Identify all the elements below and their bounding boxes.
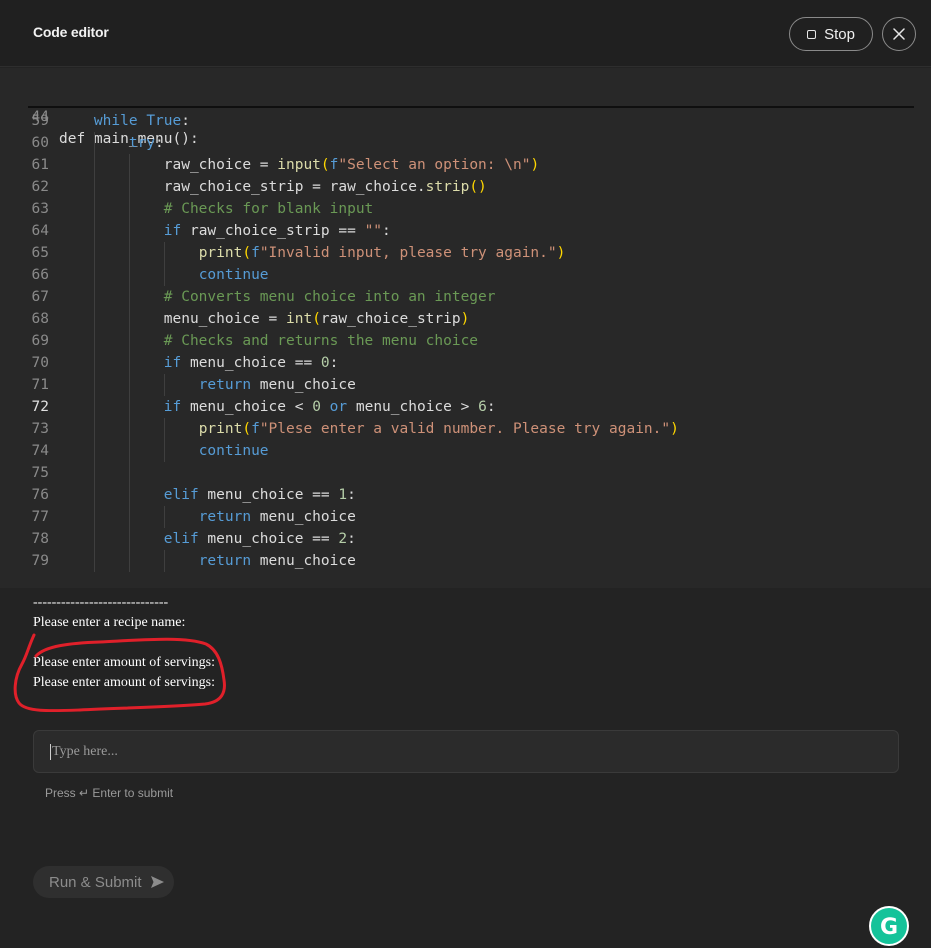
send-icon bbox=[150, 876, 164, 888]
code-text: print(f"Invalid input, please try again.… bbox=[198, 245, 566, 261]
line-number: 71 bbox=[31, 377, 49, 393]
code-line[interactable]: 61 raw_choice = input(f"Select an option… bbox=[0, 154, 931, 176]
code-line[interactable]: 78 elif menu_choice == 2: bbox=[0, 528, 931, 550]
line-number: 67 bbox=[31, 289, 49, 305]
line-number: 73 bbox=[31, 421, 49, 437]
code-text: raw_choice_strip = raw_choice.strip() bbox=[59, 179, 487, 195]
code-line[interactable]: 71 return menu_choice bbox=[0, 374, 931, 396]
code-text: # Checks and returns the menu choice bbox=[163, 333, 479, 349]
indent-guide bbox=[163, 506, 165, 528]
input-placeholder: Type here... bbox=[52, 743, 118, 759]
code-text: if menu_choice == 0: bbox=[163, 355, 339, 371]
console-line: ----------------------------- bbox=[33, 595, 169, 610]
line-number: 77 bbox=[31, 509, 49, 525]
code-text: return menu_choice bbox=[198, 553, 356, 569]
line-number: 76 bbox=[31, 487, 49, 503]
line-number: 70 bbox=[31, 355, 49, 371]
line-number: 60 bbox=[31, 135, 49, 151]
grammarly-icon[interactable]: G bbox=[869, 906, 909, 946]
line-number: 72 bbox=[31, 399, 49, 415]
code-text: return menu_choice bbox=[198, 509, 356, 525]
editor-header: Code editor Stop bbox=[0, 0, 931, 67]
code-line[interactable]: 63 # Checks for blank input bbox=[0, 198, 931, 220]
code-text: raw_choice = input(f"Select an option: \… bbox=[59, 157, 540, 173]
line-number: 74 bbox=[31, 443, 49, 459]
code-line[interactable]: 76 elif menu_choice == 1: bbox=[0, 484, 931, 506]
code-text: elif menu_choice == 1: bbox=[163, 487, 356, 503]
code-line[interactable]: 60 try: bbox=[0, 132, 931, 154]
indent-guide bbox=[128, 154, 130, 572]
console-input[interactable]: Type here... bbox=[33, 730, 899, 773]
code-text: if raw_choice_strip == "": bbox=[163, 223, 391, 239]
line-number: 62 bbox=[31, 179, 49, 195]
indent-guide bbox=[163, 418, 165, 462]
indent-guide bbox=[163, 550, 165, 572]
code-text: # Checks for blank input bbox=[163, 201, 374, 217]
code-line[interactable]: 75 bbox=[0, 462, 931, 484]
console-line: Please enter a recipe name: bbox=[33, 615, 186, 630]
close-icon bbox=[893, 28, 905, 40]
close-button[interactable] bbox=[882, 17, 916, 51]
code-text: # Converts menu choice into an integer bbox=[163, 289, 496, 305]
stop-label: Stop bbox=[824, 25, 855, 43]
code-line[interactable]: 79 return menu_choice bbox=[0, 550, 931, 572]
line-number: 63 bbox=[31, 201, 49, 217]
submit-hint: Press ↵ Enter to submit bbox=[45, 786, 174, 800]
code-line[interactable]: 64 if raw_choice_strip == "": bbox=[0, 220, 931, 242]
line-number: 65 bbox=[31, 245, 49, 261]
line-number: 66 bbox=[31, 267, 49, 283]
console-line: Please enter amount of servings: bbox=[33, 655, 215, 670]
indent-guide bbox=[93, 132, 95, 572]
page-title: Code editor bbox=[33, 24, 109, 40]
code-text: return menu_choice bbox=[198, 377, 356, 393]
stop-button[interactable]: Stop bbox=[789, 17, 873, 51]
code-line[interactable]: 59 while True: bbox=[0, 110, 931, 132]
code-line[interactable]: 62 raw_choice_strip = raw_choice.strip() bbox=[0, 176, 931, 198]
line-number: 78 bbox=[31, 531, 49, 547]
code-line[interactable]: 70 if menu_choice == 0: bbox=[0, 352, 931, 374]
code-text: try: bbox=[128, 135, 164, 151]
indent-guide bbox=[163, 242, 165, 286]
code-line[interactable]: 66 continue bbox=[0, 264, 931, 286]
code-line[interactable]: 67 # Converts menu choice into an intege… bbox=[0, 286, 931, 308]
code-text: menu_choice = int(raw_choice_strip) bbox=[59, 311, 470, 327]
code-line[interactable]: 69 # Checks and returns the menu choice bbox=[0, 330, 931, 352]
line-number: 68 bbox=[31, 311, 49, 327]
code-line[interactable]: 65 print(f"Invalid input, please try aga… bbox=[0, 242, 931, 264]
code-line[interactable]: 73 print(f"Plese enter a valid number. P… bbox=[0, 418, 931, 440]
code-text: if menu_choice < 0 or menu_choice > 6: bbox=[163, 399, 496, 415]
line-number: 75 bbox=[31, 465, 49, 481]
sticky-scroll-header[interactable]: 44 def main_menu(): bbox=[0, 84, 931, 147]
line-number: 61 bbox=[31, 157, 49, 173]
grammarly-letter: G bbox=[879, 915, 899, 940]
line-number: 79 bbox=[31, 553, 49, 569]
code-line[interactable]: 72 if menu_choice < 0 or menu_choice > 6… bbox=[0, 396, 931, 418]
sticky-scroll-divider bbox=[28, 106, 914, 108]
indent-guide bbox=[163, 374, 165, 396]
code-line[interactable]: 77 return menu_choice bbox=[0, 506, 931, 528]
stop-square-icon bbox=[807, 29, 817, 39]
code-line[interactable]: 68 menu_choice = int(raw_choice_strip) bbox=[0, 308, 931, 330]
code-text: while True: bbox=[93, 113, 190, 129]
code-text: elif menu_choice == 2: bbox=[163, 531, 356, 547]
console-line: Please enter amount of servings: bbox=[33, 675, 215, 690]
line-number: 64 bbox=[31, 223, 49, 239]
code-editor[interactable]: 44 def main_menu(): 59 while True: 60 try… bbox=[0, 68, 931, 588]
line-number: 59 bbox=[31, 113, 49, 129]
code-line[interactable]: 74 continue bbox=[0, 440, 931, 462]
code-text: print(f"Plese enter a valid number. Plea… bbox=[198, 421, 679, 437]
text-caret bbox=[50, 743, 51, 760]
run-submit-label: Run & Submit bbox=[49, 873, 142, 891]
line-number: 69 bbox=[31, 333, 49, 349]
run-submit-button[interactable]: Run & Submit bbox=[33, 866, 174, 898]
